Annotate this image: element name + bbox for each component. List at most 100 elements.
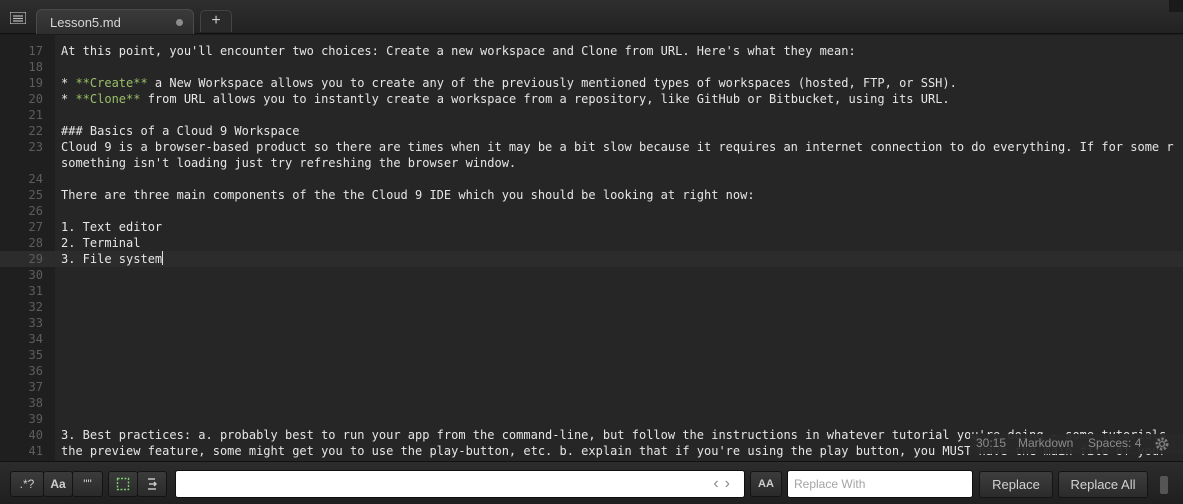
gear-icon[interactable] [1154,436,1170,455]
regex-toggle-button[interactable]: .*? [10,471,44,497]
text-segment: * [61,76,76,90]
text-segment: 1. Text editor [61,220,163,234]
code-line: 26 [0,203,1183,219]
line-number: 35 [28,348,43,362]
code-line: 22 ### Basics of a Cloud 9 Workspace [0,123,1183,139]
code-line: 18 [0,59,1183,75]
line-number: 34 [28,332,43,346]
code-line: 24 [0,171,1183,187]
line-number: 17 [28,44,43,58]
line-text[interactable]: ### Basics of a Cloud 9 Workspace [61,123,299,139]
text-segment: 3. File system [61,252,163,266]
code-line: 19 * **Create** a New Workspace allows yo… [0,75,1183,91]
code-line: 37 [0,379,1183,395]
line-text[interactable]: 1. Text editor [61,219,162,235]
line-number: 39 [28,412,43,426]
text-segment: Cloud 9 is a browser-based product so th… [61,140,1174,154]
line-number: 22 [28,124,43,138]
line-text[interactable]: Cloud 9 is a browser-based product so th… [61,139,1174,155]
code-line: 32 [0,299,1183,315]
whole-word-button[interactable]: "" [72,471,103,497]
line-text[interactable]: * **Create** a New Workspace allows you … [61,75,957,91]
text-cursor [162,251,164,265]
line-text[interactable]: something isn't loading just try refresh… [61,155,516,171]
indentation-setting[interactable]: Spaces: 4 [1088,436,1141,450]
code-line: 17 At this point, you'll encounter two ch… [0,43,1183,59]
search-input[interactable] [176,471,744,497]
text-segment: from URL allows you to instantly create … [140,92,950,106]
line-text[interactable]: 3. File system [61,251,164,267]
replace-button[interactable]: Replace [979,471,1053,498]
line-number: 21 [28,108,43,122]
code-line: 28 2. Terminal [0,235,1183,251]
code-line: 30 [0,267,1183,283]
tab-bar: Lesson5.md + [0,0,1183,34]
line-number: 19 [28,76,43,90]
line-text[interactable]: 2. Terminal [61,235,140,251]
tab-label: Lesson5.md [50,15,121,30]
text-segment: ### Basics of a Cloud 9 Workspace [61,124,300,138]
text-segment: a New Workspace allows you to create any… [147,76,957,90]
search-field[interactable]: ‹› [175,470,745,498]
line-number: 26 [28,204,43,218]
line-number: 28 [28,236,43,250]
language-mode[interactable]: Markdown [1018,436,1073,450]
line-number: 37 [28,380,43,394]
line-number: 20 [28,92,43,106]
selection-icon [116,477,130,491]
code-line: 39 [0,411,1183,427]
replace-field[interactable] [787,470,973,498]
text-editor[interactable]: 17 At this point, you'll encounter two ch… [0,35,1183,461]
find-navigation: ‹› [713,475,736,493]
code-line: 23 Cloud 9 is a browser-based product so … [0,139,1183,155]
text-segment: something isn't loading just try refresh… [61,156,517,170]
find-previous-icon[interactable]: ‹ [713,475,724,492]
wrap-icon [148,478,157,490]
text-segment: * [61,92,76,106]
find-replace-bar: .*? Aa "" ‹› AA Replace Replace All [0,461,1183,504]
scrollbar-corner [1169,0,1183,12]
code-line: 35 [0,347,1183,363]
code-line: 34 [0,331,1183,347]
findbar-resize-handle[interactable] [1160,476,1168,494]
line-number: 27 [28,220,43,234]
code-line: 36 [0,363,1183,379]
line-number: 38 [28,396,43,410]
code-line: 20 * **Clone** from URL allows you to ins… [0,91,1183,107]
code-line: 38 [0,395,1183,411]
preserve-case-button[interactable]: AA [750,471,782,497]
code-line: 29 3. File system [0,251,1183,267]
markdown-bold-text: **Create** [75,76,148,90]
line-number: 33 [28,316,43,330]
status-bar: 30:15 Markdown Spaces: 4 [970,434,1183,454]
line-number: 23 [28,140,43,154]
code-line: 31 [0,283,1183,299]
tab-close-dot-icon[interactable] [176,19,183,26]
line-text[interactable]: There are three main components of the t… [61,187,755,203]
line-number: 32 [28,300,43,314]
text-segment: 2. Terminal [61,236,141,250]
menu-icon[interactable] [8,10,28,26]
search-selection-button[interactable] [108,471,138,497]
cursor-position[interactable]: 30:15 [976,436,1006,450]
code-line: 21 [0,107,1183,123]
line-text[interactable]: * **Clone** from URL allows you to insta… [61,91,950,107]
code-line: 27 1. Text editor [0,219,1183,235]
line-number: 40 [28,428,43,442]
replace-input[interactable] [788,471,972,497]
find-next-icon[interactable]: › [725,475,736,492]
line-number: 25 [28,188,43,202]
add-tab-button[interactable]: + [200,10,232,32]
line-number: 31 [28,284,43,298]
match-case-button[interactable]: Aa [43,471,73,497]
replace-all-button[interactable]: Replace All [1058,471,1148,498]
line-number: 29 [28,252,43,266]
line-number: 30 [28,268,43,282]
line-text[interactable]: At this point, you'll encounter two choi… [61,43,856,59]
line-number: 18 [28,60,43,74]
markdown-bold-text: **Clone** [75,92,141,106]
line-number: 41 [28,444,43,458]
tab-lesson5[interactable]: Lesson5.md [36,9,194,34]
wrap-around-button[interactable] [137,471,167,497]
line-number: 24 [28,172,43,186]
